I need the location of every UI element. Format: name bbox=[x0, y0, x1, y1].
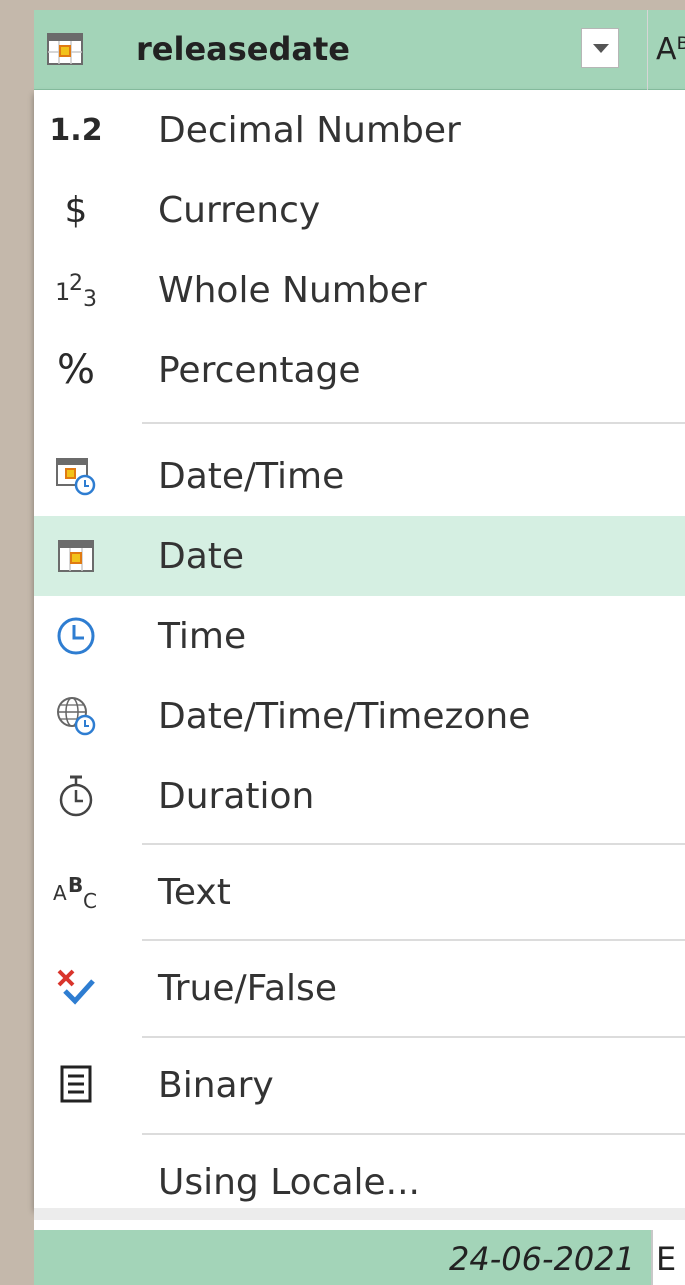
column-filter-dropdown-button[interactable] bbox=[581, 28, 619, 68]
decimal-number-icon: 1.2 bbox=[49, 112, 103, 148]
menu-item-date-time[interactable]: Date/Time bbox=[34, 436, 685, 516]
menu-item-label: Binary bbox=[158, 1065, 274, 1106]
date-time-timezone-icon bbox=[44, 688, 108, 744]
menu-item-decimal-number[interactable]: 1.2 Decimal Number bbox=[34, 90, 685, 170]
percentage-icon: % bbox=[56, 347, 95, 393]
menu-item-date[interactable]: Date bbox=[34, 516, 685, 596]
column-separator bbox=[647, 10, 648, 90]
svg-text:3: 3 bbox=[83, 287, 97, 312]
true-false-icon bbox=[44, 960, 108, 1016]
menu-item-true-false[interactable]: True/False bbox=[34, 948, 685, 1028]
svg-text:B: B bbox=[68, 873, 83, 897]
menu-item-label: Duration bbox=[158, 776, 315, 817]
column-header-area: releasedate Aᴮ 1.2 Decimal Number $ Curr… bbox=[34, 10, 685, 1285]
svg-text:1: 1 bbox=[55, 278, 70, 306]
chevron-down-icon bbox=[593, 44, 609, 53]
next-column-header-partial[interactable]: Aᴮ bbox=[656, 32, 685, 67]
menu-bottom-edge bbox=[34, 1208, 685, 1220]
text-icon: A B C bbox=[44, 864, 108, 920]
menu-item-label: Percentage bbox=[158, 350, 361, 391]
menu-item-binary[interactable]: Binary bbox=[34, 1045, 685, 1125]
menu-item-duration[interactable]: Duration bbox=[34, 756, 685, 836]
whole-number-icon: 1 2 3 bbox=[44, 262, 108, 318]
menu-item-date-time-timezone[interactable]: Date/Time/Timezone bbox=[34, 676, 685, 756]
menu-item-text[interactable]: A B C Text bbox=[34, 852, 685, 932]
menu-divider bbox=[142, 939, 685, 941]
menu-item-label: Using Locale... bbox=[158, 1162, 421, 1203]
menu-divider bbox=[142, 1133, 685, 1135]
duration-icon bbox=[44, 768, 108, 824]
menu-item-label: Text bbox=[158, 872, 231, 913]
menu-item-label: Date/Time/Timezone bbox=[158, 696, 531, 737]
time-icon bbox=[44, 608, 108, 664]
menu-item-time[interactable]: Time bbox=[34, 596, 685, 676]
menu-item-currency[interactable]: $ Currency bbox=[34, 170, 685, 250]
menu-divider bbox=[142, 843, 685, 845]
menu-divider bbox=[142, 1036, 685, 1038]
svg-text:A: A bbox=[53, 881, 67, 905]
date-time-icon bbox=[44, 448, 108, 504]
data-type-menu: 1.2 Decimal Number $ Currency 1 2 3 Whol… bbox=[34, 90, 685, 1208]
svg-text:C: C bbox=[83, 889, 97, 913]
menu-item-label: Date bbox=[158, 536, 245, 577]
menu-divider bbox=[142, 422, 685, 424]
column-name: releasedate bbox=[136, 30, 350, 68]
column-header[interactable]: releasedate Aᴮ bbox=[34, 10, 685, 90]
menu-item-label: Whole Number bbox=[158, 270, 427, 311]
next-cell-partial[interactable]: E bbox=[656, 1240, 676, 1278]
menu-item-label: True/False bbox=[158, 968, 337, 1009]
binary-icon bbox=[44, 1057, 108, 1113]
cell-value: 24-06-2021 bbox=[449, 1240, 635, 1278]
menu-item-label: Currency bbox=[158, 190, 321, 231]
date-icon bbox=[44, 528, 108, 584]
menu-item-percentage[interactable]: % Percentage bbox=[34, 330, 685, 410]
currency-icon: $ bbox=[64, 189, 88, 231]
menu-item-label: Time bbox=[158, 616, 247, 657]
date-type-icon[interactable] bbox=[46, 30, 86, 68]
menu-item-label: Decimal Number bbox=[158, 110, 461, 151]
menu-item-whole-number[interactable]: 1 2 3 Whole Number bbox=[34, 250, 685, 330]
cell-separator bbox=[651, 1230, 653, 1285]
table-cell-releasedate[interactable]: 24-06-2021 bbox=[34, 1230, 651, 1285]
menu-item-label: Date/Time bbox=[158, 456, 345, 497]
svg-text:2: 2 bbox=[69, 271, 83, 296]
